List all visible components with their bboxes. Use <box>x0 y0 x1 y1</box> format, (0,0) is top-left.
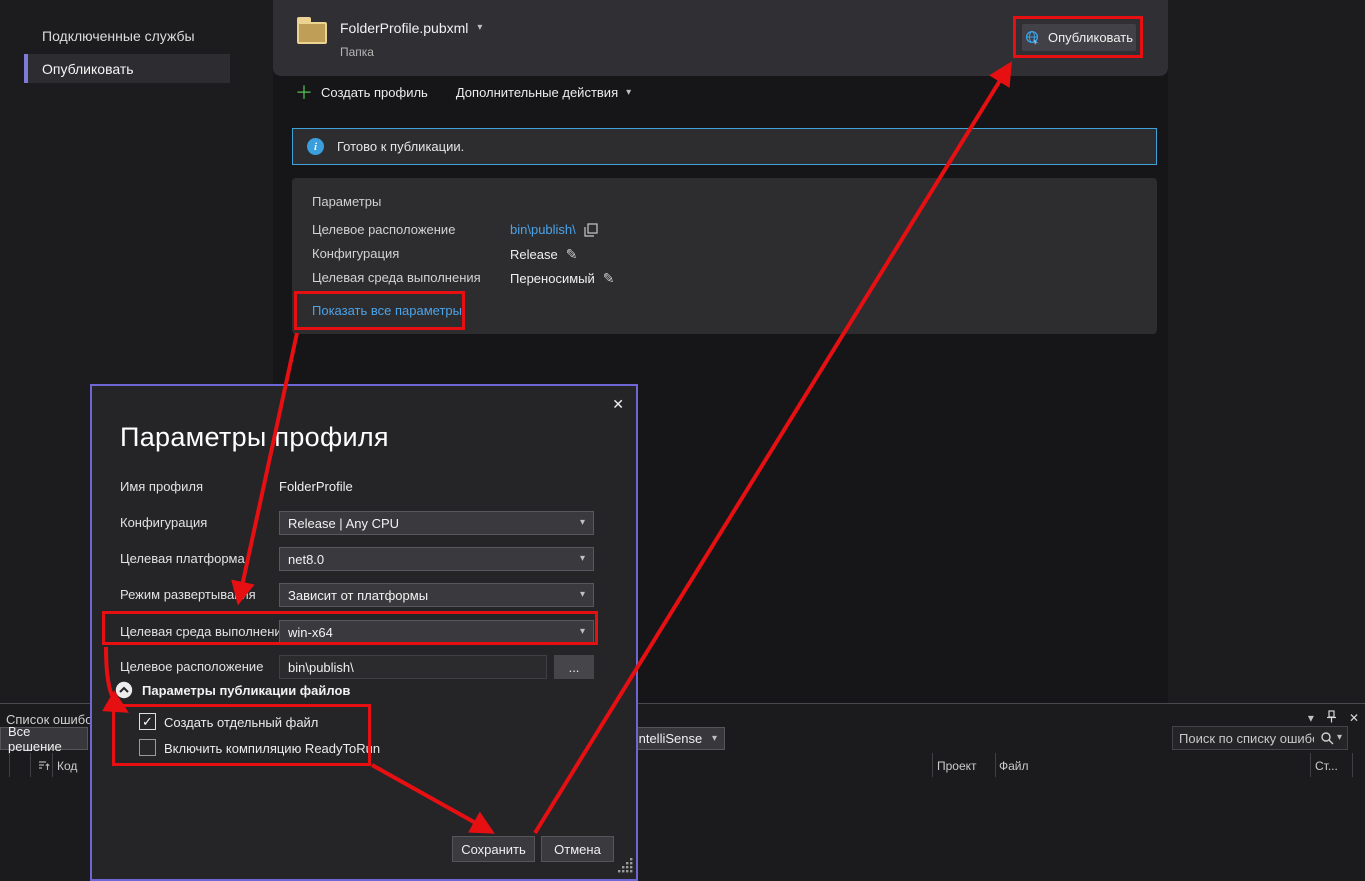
panel-window-controls: ▾ ✕ <box>1308 710 1359 726</box>
runtime-label: Целевая среда выполнения <box>312 270 510 287</box>
info-icon: i <box>307 138 324 155</box>
publish-globe-icon <box>1025 30 1041 46</box>
ready-status-bar: i Готово к публикации. <box>292 128 1157 165</box>
more-actions-label: Дополнительные действия <box>456 85 618 100</box>
dialog-title: Параметры профиля <box>120 422 389 453</box>
chevron-down-icon: ▾ <box>712 734 717 744</box>
deployment-mode-label: Режим развертывания <box>120 587 256 602</box>
check-icon: ✓ <box>142 714 153 730</box>
chevron-down-icon[interactable]: ▾ <box>477 23 482 33</box>
provider-filter-dropdown[interactable]: IntelliSense ▾ <box>627 727 725 750</box>
more-actions-button[interactable]: Дополнительные действия ▾ <box>456 85 631 100</box>
summary-row-configuration: Конфигурация Release ✎ <box>312 246 577 263</box>
configuration-value: Release | Any CPU <box>288 516 399 531</box>
configuration-value: Release <box>510 247 558 262</box>
target-location-input[interactable] <box>279 655 547 679</box>
target-location-link[interactable]: bin\publish\ <box>510 222 576 237</box>
column-separator <box>932 753 933 777</box>
ready-to-run-checkbox[interactable] <box>139 739 156 756</box>
target-runtime-dropdown[interactable]: win-x64 ▾ <box>279 620 594 644</box>
plus-icon: ＋ <box>295 86 313 100</box>
profile-actions-row: ＋ Создать профиль Дополнительные действи… <box>295 85 631 100</box>
target-runtime-value: win-x64 <box>288 625 333 640</box>
target-framework-dropdown[interactable]: net8.0 ▾ <box>279 547 594 571</box>
settings-summary-title: Параметры <box>312 194 381 209</box>
chevron-down-icon: ▾ <box>580 590 585 600</box>
column-separator <box>995 753 996 777</box>
column-separator <box>1352 753 1353 777</box>
summary-row-target-location: Целевое расположение bin\publish\ <box>312 222 598 237</box>
runtime-value: Переносимый <box>510 271 595 286</box>
summary-row-runtime: Целевая среда выполнения Переносимый ✎ <box>312 270 614 287</box>
ready-status-text: Готово к публикации. <box>337 139 464 154</box>
single-file-label: Создать отдельный файл <box>164 715 318 730</box>
edit-pencil-icon[interactable]: ✎ <box>603 270 615 287</box>
browse-button[interactable]: ... <box>554 655 594 679</box>
chevron-down-icon: ▾ <box>580 554 585 564</box>
file-publish-options-toggle[interactable]: Параметры публикации файлов <box>115 681 350 699</box>
provider-filter-value: IntelliSense <box>635 731 702 746</box>
chevron-down-icon: ▾ <box>580 518 585 528</box>
ready-to-run-label: Включить компиляцию ReadyToRun <box>164 741 380 756</box>
close-icon[interactable]: ✕ <box>1349 711 1359 725</box>
configuration-label: Конфигурация <box>312 246 510 263</box>
create-profile-button[interactable]: ＋ Создать профиль <box>295 85 428 100</box>
column-separator <box>30 753 31 777</box>
cancel-button[interactable]: Отмена <box>541 836 614 862</box>
configuration-dropdown[interactable]: Release | Any CPU ▾ <box>279 511 594 535</box>
error-search-box: ▾ <box>1172 726 1348 750</box>
window-position-icon[interactable]: ▾ <box>1308 712 1314 724</box>
severity-sort-icon[interactable] <box>37 758 50 774</box>
collapse-chevron-icon <box>115 681 133 699</box>
profile-settings-dialog: ✕ Параметры профиля Имя профиля FolderPr… <box>90 384 638 881</box>
chevron-down-icon: ▾ <box>580 627 585 637</box>
chevron-down-icon: ▾ <box>626 88 631 98</box>
error-search-input[interactable] <box>1173 731 1320 746</box>
sidebar-section-label: Подключенные службы <box>42 28 195 44</box>
deployment-mode-dropdown[interactable]: Зависит от платформы ▾ <box>279 583 594 607</box>
target-framework-value: net8.0 <box>288 552 324 567</box>
save-button[interactable]: Сохранить <box>452 836 535 862</box>
column-header-line[interactable]: Ст... <box>1315 759 1338 773</box>
target-location-label: Целевое расположение <box>120 659 263 674</box>
scope-filter-dropdown[interactable]: Все решение <box>0 727 88 750</box>
column-header-code[interactable]: Код <box>57 759 77 773</box>
profile-name-label: Имя профиля <box>120 479 203 494</box>
column-separator <box>52 753 53 777</box>
file-publish-options-title: Параметры публикации файлов <box>142 683 350 698</box>
target-runtime-label: Целевая среда выполнения <box>120 624 289 639</box>
selection-accent-bar <box>24 54 28 83</box>
column-separator <box>1310 753 1311 777</box>
single-file-checkbox[interactable]: ✓ <box>139 713 156 730</box>
deployment-mode-value: Зависит от платформы <box>288 588 428 603</box>
profile-name-value: FolderProfile <box>279 479 353 494</box>
folder-icon <box>297 22 327 44</box>
profile-kind-label: Папка <box>340 45 374 59</box>
search-options-caret[interactable]: ▾ <box>1334 733 1347 743</box>
resize-grip[interactable] <box>618 858 633 876</box>
pin-icon[interactable] <box>1326 710 1337 726</box>
create-profile-label: Создать профиль <box>321 85 428 100</box>
settings-summary-panel: Параметры Целевое расположение bin\publi… <box>292 178 1157 334</box>
sidebar-item-publish[interactable]: Опубликовать <box>24 54 230 83</box>
target-framework-label: Целевая платформа <box>120 551 245 566</box>
column-header-project[interactable]: Проект <box>937 759 977 773</box>
show-all-settings-link[interactable]: Показать все параметры <box>312 303 462 318</box>
column-separator <box>9 753 10 777</box>
column-header-file[interactable]: Файл <box>999 759 1029 773</box>
copy-icon[interactable] <box>584 223 598 237</box>
publish-button[interactable]: Опубликовать <box>1022 24 1136 51</box>
profile-header-band: FolderProfile.pubxml ▾ Папка Опубликоват… <box>273 0 1168 76</box>
search-icon[interactable] <box>1320 731 1334 745</box>
profile-title-row: FolderProfile.pubxml ▾ <box>340 20 482 36</box>
profile-file-name: FolderProfile.pubxml <box>340 20 468 36</box>
configuration-label: Конфигурация <box>120 515 207 530</box>
target-location-label: Целевое расположение <box>312 222 510 237</box>
publish-button-label: Опубликовать <box>1048 30 1133 45</box>
scope-filter-value: Все решение <box>8 724 80 754</box>
edit-pencil-icon[interactable]: ✎ <box>566 246 578 263</box>
sidebar-item-label: Опубликовать <box>42 61 134 77</box>
close-icon[interactable]: ✕ <box>612 396 624 413</box>
